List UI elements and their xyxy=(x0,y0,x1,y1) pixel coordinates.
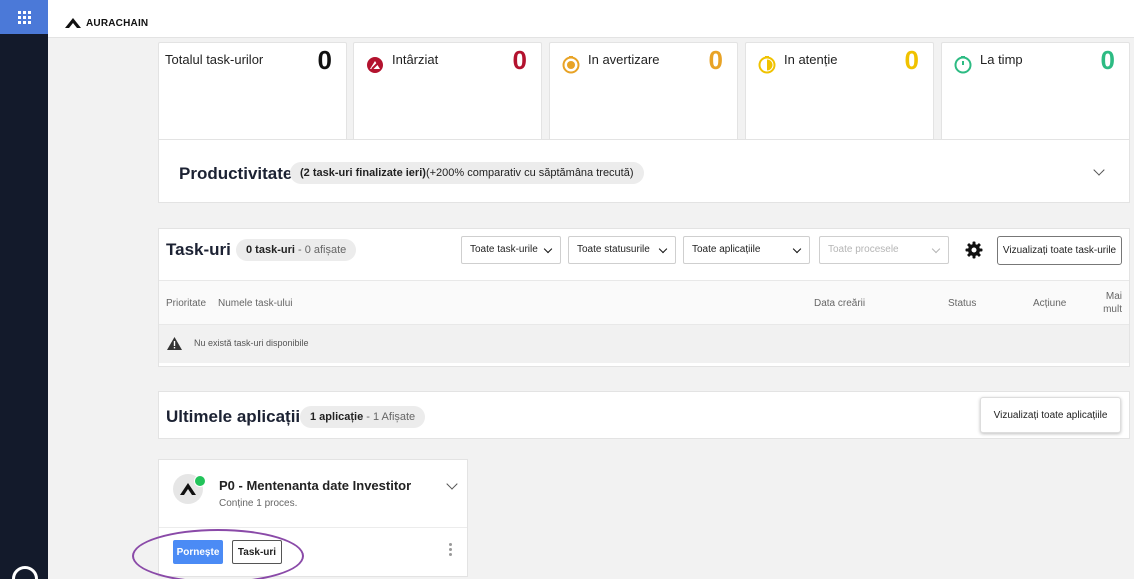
stat-label: In avertizare xyxy=(588,52,660,67)
top-bar: AURACHAIN xyxy=(48,0,1134,38)
start-application-label: Pornește xyxy=(176,546,220,558)
brand-name: AURACHAIN xyxy=(86,17,149,29)
gear-icon[interactable] xyxy=(965,241,983,259)
column-more[interactable]: Mai mult xyxy=(1094,290,1122,316)
app-filter-dropdown[interactable]: Toate aplicațiile xyxy=(683,236,810,264)
left-rail xyxy=(0,0,48,579)
column-created-date[interactable]: Data creării xyxy=(814,298,865,309)
applications-title: Ultimele aplicații xyxy=(166,407,301,426)
attention-clock-icon xyxy=(758,56,776,74)
chevron-down-icon xyxy=(543,244,553,254)
status-filter-dropdown[interactable]: Toate statusurile xyxy=(568,236,676,264)
stat-card-overdue[interactable]: Intârziat 0 xyxy=(353,42,542,152)
view-all-tasks-label: Vizualizați toate task-urile xyxy=(1002,245,1117,256)
divider xyxy=(159,527,467,528)
stat-card-attention[interactable]: In atenție 0 xyxy=(745,42,934,152)
tasks-count-rest: - 0 afișate xyxy=(294,244,347,256)
productivity-summary-bold: (2 task-uri finalizate ieri) xyxy=(300,167,426,179)
view-all-applications-label: Vizualizați toate aplicațiile xyxy=(993,409,1108,421)
on-time-clock-icon xyxy=(954,56,972,74)
start-application-button[interactable]: Pornește xyxy=(173,540,223,564)
column-more-line2: mult xyxy=(1103,304,1122,315)
chevron-down-icon[interactable] xyxy=(1093,164,1105,176)
stat-card-on-time[interactable]: La timp 0 xyxy=(941,42,1130,152)
stat-value: 0 xyxy=(904,45,919,75)
stat-value: 0 xyxy=(708,45,723,75)
warning-clock-icon xyxy=(562,56,580,74)
productivity-summary: (2 task-uri finalizate ieri)(+200% compa… xyxy=(290,162,644,184)
applications-count-bold: 1 aplicație xyxy=(310,411,364,423)
stat-card-total[interactable]: Totalul task-urilor 0 xyxy=(158,42,347,152)
status-indicator-dot xyxy=(194,475,206,487)
tasks-panel: Task-uri 0 task-uri - 0 afișate Toate ta… xyxy=(158,228,1130,367)
process-filter-value: Toate procesele xyxy=(828,244,899,255)
stat-label: Intârziat xyxy=(392,52,439,67)
column-more-line1: Mai xyxy=(1105,291,1122,302)
chevron-down-icon[interactable] xyxy=(446,478,458,490)
application-card[interactable]: P0 - Mentenanta date Investitor Conține … xyxy=(158,459,468,577)
view-all-tasks-button[interactable]: Vizualizați toate task-urile xyxy=(997,236,1122,265)
application-tasks-label: Task-uri xyxy=(237,546,277,558)
tasks-table-header: Prioritate Numele task-ului Data creării… xyxy=(159,280,1129,325)
stat-card-warning[interactable]: In avertizare 0 xyxy=(549,42,738,152)
productivity-panel[interactable]: Productivitate (2 task-uri finalizate ie… xyxy=(158,139,1130,203)
stat-label: In atenție xyxy=(784,52,838,67)
application-tasks-button[interactable]: Task-uri xyxy=(232,540,282,564)
column-task-name[interactable]: Numele task-ului xyxy=(218,298,292,309)
empty-state-row: Nu există task-uri disponibile xyxy=(159,325,1129,363)
chevron-down-icon xyxy=(931,244,941,254)
application-description: Conține 1 proces. xyxy=(219,498,298,509)
chevron-down-icon xyxy=(792,244,802,254)
process-filter-dropdown[interactable]: Toate procesele xyxy=(819,236,949,264)
applications-panel: Ultimele aplicații 1 aplicație - 1 Afișa… xyxy=(158,391,1130,439)
brand-logo[interactable]: AURACHAIN xyxy=(64,17,148,29)
app-launcher-button[interactable] xyxy=(0,0,48,34)
user-avatar-icon[interactable] xyxy=(12,566,38,579)
column-status[interactable]: Status xyxy=(948,298,976,309)
main-content: Totalul task-urilor 0 Intârziat 0 In ave… xyxy=(48,38,1134,579)
overdue-gauge-icon xyxy=(367,57,383,73)
empty-state-message: Nu există task-uri disponibile xyxy=(194,338,309,348)
more-options-icon[interactable] xyxy=(449,543,453,559)
aurachain-logo-icon xyxy=(65,18,81,28)
productivity-title: Productivitate xyxy=(179,164,293,183)
view-all-applications-button[interactable]: Vizualizați toate aplicațiile xyxy=(980,397,1121,433)
productivity-summary-rest: (+200% comparativ cu săptămâna trecută) xyxy=(425,167,634,179)
stat-value: 0 xyxy=(317,45,332,75)
column-action[interactable]: Acțiune xyxy=(1033,298,1066,309)
status-filter-value: Toate statusurile xyxy=(577,244,650,255)
chevron-down-icon xyxy=(658,244,668,254)
stat-label: La timp xyxy=(980,52,1023,67)
tasks-count-bold: 0 task-uri xyxy=(246,244,295,256)
task-filter-dropdown[interactable]: Toate task-urile xyxy=(461,236,561,264)
tasks-count-badge: 0 task-uri - 0 afișate xyxy=(236,239,357,261)
column-priority[interactable]: Prioritate xyxy=(166,298,206,309)
stat-value: 0 xyxy=(1100,45,1115,75)
warning-triangle-icon xyxy=(167,337,182,350)
app-filter-value: Toate aplicațiile xyxy=(692,244,761,255)
applications-count-badge: 1 aplicație - 1 Afișate xyxy=(300,406,426,428)
grid-icon xyxy=(17,10,31,24)
application-name: P0 - Mentenanta date Investitor xyxy=(219,478,412,493)
task-filter-value: Toate task-urile xyxy=(470,244,538,255)
applications-count-rest: - 1 Afișate xyxy=(363,411,416,423)
tasks-title: Task-uri xyxy=(166,240,231,259)
stat-value: 0 xyxy=(512,45,527,75)
stat-label: Totalul task-urilor xyxy=(165,52,264,67)
